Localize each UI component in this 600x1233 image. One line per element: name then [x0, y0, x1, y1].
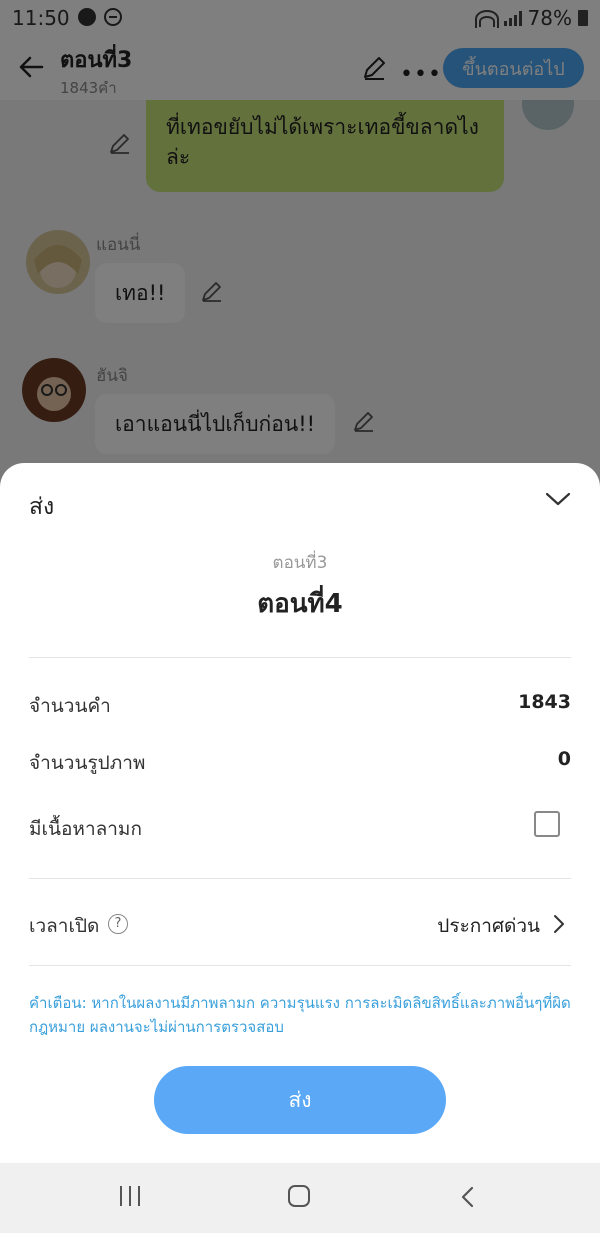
adult-content-label: มีเนื้อหาลามก: [29, 818, 142, 840]
sheet-title: ส่ง: [29, 494, 55, 520]
image-count-label: จำนวนรูปภาพ: [29, 752, 146, 774]
chevron-right-icon[interactable]: [552, 913, 566, 935]
word-count-label: จำนวนคำ: [29, 695, 111, 717]
publish-time-value[interactable]: ประกาศด่วน: [437, 911, 540, 941]
current-episode-title: ตอนที่4: [257, 589, 343, 619]
divider: [29, 965, 571, 966]
image-count-value: 0: [557, 748, 571, 770]
previous-episode-label: ตอนที่3: [272, 553, 328, 573]
android-nav-bar: [0, 1163, 600, 1233]
publish-time-label: เวลาเปิด: [29, 915, 100, 937]
chevron-down-icon[interactable]: [544, 489, 572, 509]
divider: [29, 657, 571, 658]
recent-apps-icon[interactable]: [120, 1186, 140, 1206]
back-icon[interactable]: [458, 1185, 478, 1209]
adult-content-checkbox[interactable]: [534, 811, 560, 837]
send-bottom-sheet: ส่ง ตอนที่3 ตอนที่4 จำนวนคำ 1843 จำนวนรู…: [0, 463, 600, 1163]
send-button[interactable]: ส่ง: [154, 1066, 446, 1134]
home-icon[interactable]: [288, 1185, 310, 1207]
warning-text: คำเตือน: หากในผลงานมีภาพลามก ความรุนแรง …: [29, 994, 571, 1036]
divider: [29, 878, 571, 879]
word-count-value: 1843: [518, 691, 571, 713]
help-icon[interactable]: ?: [108, 914, 128, 934]
